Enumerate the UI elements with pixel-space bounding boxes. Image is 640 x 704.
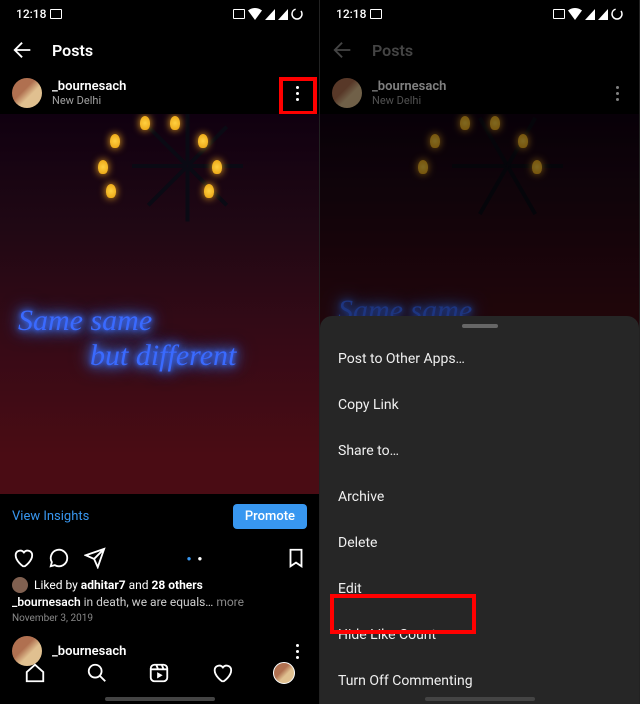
view-insights-link[interactable]: View Insights — [12, 509, 89, 524]
location[interactable]: New Delhi — [52, 94, 126, 107]
signal1-icon — [585, 9, 595, 20]
sheet-item-edit[interactable]: Edit — [320, 566, 639, 612]
post-header[interactable]: _bournesach New Delhi — [0, 72, 319, 114]
back-icon[interactable] — [12, 39, 34, 61]
picture-icon — [553, 9, 565, 19]
wifi-icon — [568, 8, 582, 20]
avatar[interactable] — [12, 78, 42, 108]
bookmark-icon[interactable] — [285, 547, 307, 569]
phone-right: 12:18 Posts _bournesach New Delhi — [320, 0, 640, 704]
sheet-item-delete[interactable]: Delete — [320, 520, 639, 566]
like-icon[interactable] — [12, 547, 34, 569]
share-icon[interactable] — [84, 547, 106, 569]
avatar — [332, 78, 362, 108]
phone-left: 12:18 Posts _bournesach New Delhi — [0, 0, 320, 704]
activity-icon[interactable] — [211, 662, 233, 684]
post-image[interactable]: Same same but different — [0, 114, 319, 494]
page-title: Posts — [372, 41, 413, 60]
insights-row: View Insights Promote — [0, 494, 319, 539]
neon-text-1: Same same — [18, 304, 152, 338]
status-time: 12:18 — [336, 7, 366, 21]
more-options-button — [607, 83, 627, 103]
promote-button[interactable]: Promote — [233, 504, 307, 529]
caption[interactable]: _bournesach in death, we are equals… mor… — [0, 593, 319, 611]
sheet-handle[interactable] — [462, 324, 498, 328]
page-header: Posts — [320, 28, 639, 72]
statusbar: 12:18 — [0, 0, 319, 28]
sheet-item-post-other[interactable]: Post to Other Apps… — [320, 336, 639, 382]
statusbar: 12:18 — [320, 0, 639, 28]
post-header: _bournesach New Delhi — [320, 72, 639, 114]
signal1-icon — [265, 9, 275, 20]
page-header: Posts — [0, 28, 319, 72]
search-icon[interactable] — [86, 662, 108, 684]
app-indicator-icon — [50, 9, 62, 19]
signal2-icon — [598, 9, 608, 20]
ring-icon — [291, 8, 303, 20]
app-indicator-icon — [370, 9, 382, 19]
status-time: 12:18 — [16, 7, 46, 21]
profile-nav-avatar[interactable] — [273, 662, 295, 684]
action-sheet: Post to Other Apps… Copy Link Share to… … — [320, 316, 639, 704]
ring-icon — [611, 8, 623, 20]
liker-avatar — [12, 577, 28, 593]
action-bar: ● ● — [0, 539, 319, 577]
caption-more[interactable]: more — [216, 595, 244, 609]
page-title: Posts — [52, 41, 93, 60]
username: _bournesach — [372, 79, 446, 94]
username[interactable]: _bournesach — [52, 79, 126, 94]
carousel-dots: ● ● — [120, 554, 271, 563]
bottom-nav — [0, 652, 319, 694]
status-icons — [553, 8, 623, 20]
signal2-icon — [278, 9, 288, 20]
home-icon[interactable] — [24, 662, 46, 684]
status-icons — [233, 8, 303, 20]
comment-icon[interactable] — [48, 547, 70, 569]
likes-row[interactable]: Liked by adhitar7 and 28 others — [0, 577, 319, 593]
reels-icon[interactable] — [148, 662, 170, 684]
home-indicator — [105, 697, 215, 701]
home-indicator — [425, 697, 535, 701]
back-icon[interactable] — [332, 39, 354, 61]
sheet-item-archive[interactable]: Archive — [320, 474, 639, 520]
sheet-item-share-to[interactable]: Share to… — [320, 428, 639, 474]
post-date: November 3, 2019 — [0, 611, 319, 626]
liked-text: Liked by adhitar7 and 28 others — [34, 578, 203, 592]
highlight-box — [279, 77, 317, 115]
sheet-item-hide-likes[interactable]: Hide Like Count — [320, 612, 639, 658]
neon-text-2: but different — [90, 339, 236, 373]
sheet-item-copy-link[interactable]: Copy Link — [320, 382, 639, 428]
wifi-icon — [248, 8, 262, 20]
picture-icon — [233, 9, 245, 19]
location: New Delhi — [372, 94, 446, 107]
